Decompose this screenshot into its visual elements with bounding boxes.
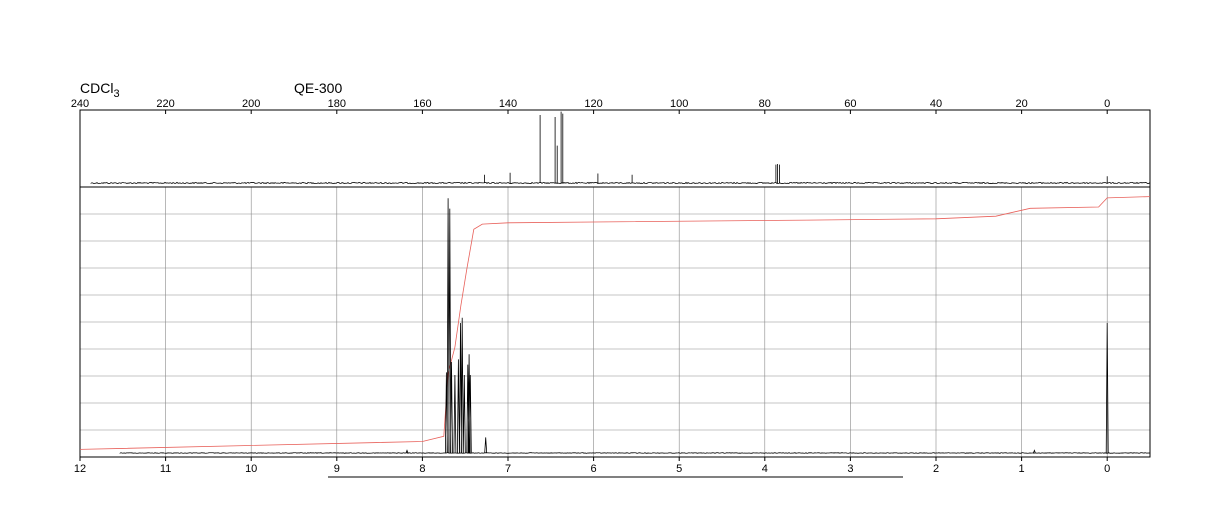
- instrument-label: QE-300: [294, 80, 342, 96]
- c13-tick-label: 160: [413, 98, 431, 110]
- h1-tick-label: 5: [676, 463, 682, 475]
- solvent-label: CDCl3: [80, 80, 120, 100]
- c13-tick-label: 0: [1104, 98, 1110, 110]
- c13-tick-label: 60: [844, 98, 856, 110]
- h1-integral-curve: [79, 196, 1151, 450]
- c13-tick-label: 200: [242, 98, 260, 110]
- h1-tick-label: 7: [505, 463, 511, 475]
- h1-tick-label: 3: [847, 463, 853, 475]
- h1-tick-label: 2: [933, 463, 939, 475]
- c13-tick-label: 220: [156, 98, 174, 110]
- h1-tick-label: 12: [74, 463, 86, 475]
- h1-spectrum-panel: 12 11 10 9 8 7 6 5 4 3 2 1 0: [74, 186, 1151, 478]
- h1-tick-label: 11: [160, 463, 171, 475]
- c13-spectrum-panel: 240 220 200 180 160 140 120 100 80 60 40 20 0: [71, 98, 1151, 188]
- h1-tick-label: 9: [334, 463, 340, 475]
- c13-tick-label: 180: [328, 98, 346, 110]
- h1-tick-label: 4: [762, 463, 768, 475]
- c13-tick-label: 120: [584, 98, 602, 110]
- c13-tick-label: 80: [759, 98, 771, 110]
- c13-spectrum-trace: [90, 111, 1151, 185]
- c13-tick-label: 20: [1015, 98, 1027, 110]
- h1-tick-label: 0: [1104, 463, 1110, 475]
- h1-tick-label: 1: [1019, 463, 1025, 475]
- c13-plot-frame: [79, 109, 1151, 188]
- h1-tick-label: 10: [245, 463, 257, 475]
- c13-tick-label: 40: [930, 98, 942, 110]
- h1-spectrum-trace: [119, 198, 1151, 454]
- nmr-spectrum-figure: CDCl3 QE-300 240 220 200 180 160 140 120 100 80 6…: [71, 80, 1151, 478]
- c13-tick-label: 140: [499, 98, 517, 110]
- h1-tick-label: 6: [591, 463, 597, 475]
- h1-tick-label: 8: [419, 463, 425, 475]
- c13-tick-label: 240: [71, 98, 89, 110]
- c13-tick-label: 100: [670, 98, 688, 110]
